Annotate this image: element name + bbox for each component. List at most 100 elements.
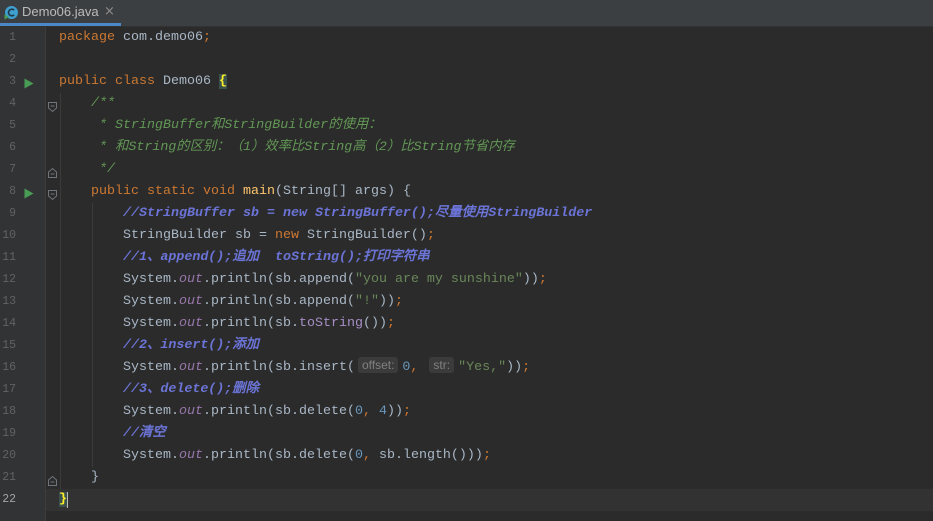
code-text: System.: [59, 360, 179, 375]
punctuation-token: ;: [202, 30, 211, 45]
punctuation-token: ;: [386, 316, 395, 331]
static-field: out: [178, 360, 203, 375]
method-call: toString: [298, 316, 363, 331]
string-literal: "!": [354, 294, 379, 309]
line-number[interactable]: 8: [0, 181, 16, 203]
keyword-token: public: [59, 74, 107, 89]
static-field: out: [178, 272, 203, 287]
line-number[interactable]: 18: [0, 401, 16, 423]
code-text: System.: [59, 316, 179, 331]
text-caret: [67, 492, 68, 508]
code-text: sb.length())): [370, 448, 483, 463]
punctuation-token: ;: [402, 404, 411, 419]
line-comment: //3、delete();删除: [123, 382, 259, 397]
static-field: out: [178, 404, 203, 419]
code-line[interactable]: /**: [46, 93, 933, 115]
line-number[interactable]: 16: [0, 357, 16, 379]
code-line[interactable]: }: [46, 489, 933, 511]
run-triangle-icon[interactable]: [24, 76, 34, 89]
code-line[interactable]: * 和String的区别：（1）效率比String高（2）比String节省内存: [46, 137, 933, 159]
punctuation-token: ;: [522, 360, 531, 375]
run-triangle-icon[interactable]: [24, 186, 34, 199]
fold-toggle-icon[interactable]: [48, 99, 57, 113]
code-line[interactable]: */: [46, 159, 933, 181]
code-text: )): [386, 404, 403, 419]
code-line[interactable]: public class Demo06 {: [46, 71, 933, 93]
code-line[interactable]: //StringBuffer sb = new StringBuffer();尽…: [46, 203, 933, 225]
doc-comment: * 和String的区别：（1）效率比String高（2）比String节省内存: [91, 140, 515, 155]
line-number[interactable]: 7: [0, 159, 16, 181]
java-class-icon: [4, 5, 19, 20]
line-number[interactable]: 3: [0, 71, 16, 93]
keyword-token: void: [203, 184, 235, 199]
line-number[interactable]: 20: [0, 445, 16, 467]
method-name: main: [243, 184, 275, 199]
line-number[interactable]: 9: [0, 203, 16, 225]
line-number[interactable]: 14: [0, 313, 16, 335]
line-comment: //StringBuffer sb = new StringBuffer();尽…: [123, 206, 593, 221]
doc-comment: /**: [91, 96, 115, 111]
code-line[interactable]: public static void main(String[] args) {: [46, 181, 933, 203]
line-number[interactable]: 6: [0, 137, 16, 159]
code-line[interactable]: System.out.println(sb.delete(0, 4));: [46, 401, 933, 423]
line-number[interactable]: 5: [0, 115, 16, 137]
line-number[interactable]: 22: [0, 489, 16, 511]
line-number[interactable]: 2: [0, 49, 16, 71]
line-number[interactable]: 10: [0, 225, 16, 247]
fold-toggle-icon[interactable]: [48, 187, 57, 201]
code-text: )): [378, 294, 395, 309]
code-text: com.demo06: [115, 30, 203, 45]
line-number[interactable]: 12: [0, 269, 16, 291]
doc-comment: */: [91, 162, 115, 177]
code-line[interactable]: [46, 49, 933, 71]
line-number[interactable]: 11: [0, 247, 16, 269]
code-line[interactable]: }: [46, 467, 933, 489]
code-line[interactable]: //3、delete();删除: [46, 379, 933, 401]
code-line[interactable]: //2、insert();添加: [46, 335, 933, 357]
line-number[interactable]: 15: [0, 335, 16, 357]
line-number[interactable]: 4: [0, 93, 16, 115]
editor-tab[interactable]: Demo06.java ×: [0, 0, 121, 26]
fold-toggle-icon[interactable]: [48, 473, 57, 486]
code-text: }: [59, 470, 99, 485]
fold-toggle-icon[interactable]: [48, 165, 57, 178]
code-line[interactable]: package com.demo06;: [46, 27, 933, 49]
code-text: .println(sb.: [202, 316, 299, 331]
code-text: .println(sb.append(: [202, 294, 355, 309]
tab-close-icon[interactable]: ×: [104, 4, 115, 20]
code-line[interactable]: StringBuilder sb = new StringBuilder();: [46, 225, 933, 247]
code-line[interactable]: * StringBuffer和StringBuilder的使用：: [46, 115, 933, 137]
punctuation-token: ;: [482, 448, 491, 463]
punctuation-token: ,: [362, 404, 371, 419]
code-line[interactable]: System.out.println(sb.append("you are my…: [46, 269, 933, 291]
code-line[interactable]: //1、append();追加 toString();打印字符串: [46, 247, 933, 269]
line-number[interactable]: 17: [0, 379, 16, 401]
code-line[interactable]: System.out.println(sb.toString());: [46, 313, 933, 335]
line-number[interactable]: 13: [0, 291, 16, 313]
keyword-token: new: [274, 228, 299, 243]
editor-gutter[interactable]: 1 2 3 4 5 6 7 8 9 10 11 12 13 14 15 16 17 18 19 20 21 22: [0, 27, 45, 521]
code-text: System.: [59, 404, 179, 419]
code-editor[interactable]: package com.demo06; public class Demo06 {…: [46, 27, 933, 521]
keyword-token: class: [115, 74, 155, 89]
line-comment: //1、append();追加 toString();打印字符串: [123, 250, 430, 265]
code-line[interactable]: //清空: [46, 423, 933, 445]
code-line[interactable]: System.out.println(sb.insert(offset: 0, s…: [46, 357, 933, 379]
line-number[interactable]: 19: [0, 423, 16, 445]
code-line[interactable]: System.out.println(sb.delete(0, sb.lengt…: [46, 445, 933, 467]
line-number[interactable]: 1: [0, 27, 16, 49]
doc-comment: * StringBuffer和StringBuilder的使用：: [91, 118, 382, 133]
code-line[interactable]: System.out.println(sb.append("!"));: [46, 291, 933, 313]
line-number[interactable]: 21: [0, 467, 16, 489]
string-literal: "you are my sunshine": [354, 272, 523, 287]
static-field: out: [178, 294, 203, 309]
